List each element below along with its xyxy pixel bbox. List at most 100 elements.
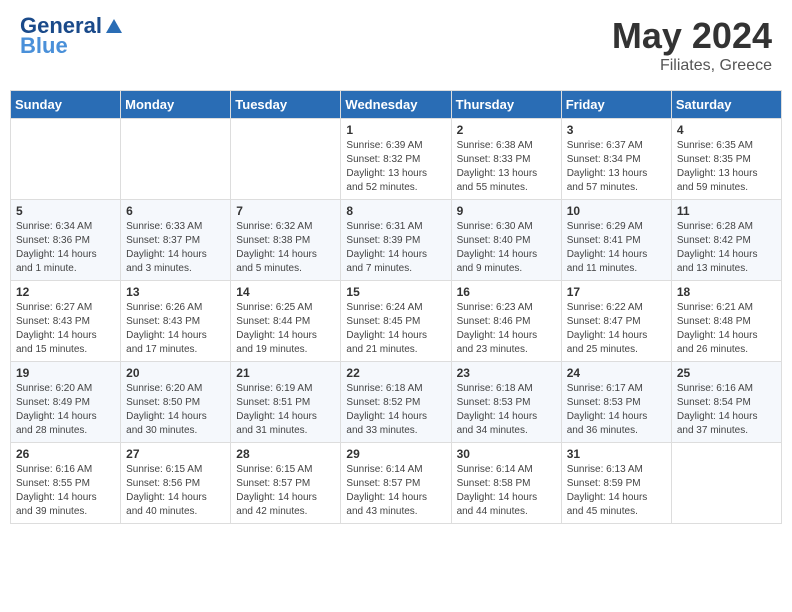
- day-info: Sunrise: 6:15 AM Sunset: 8:56 PM Dayligh…: [126, 463, 225, 519]
- location-title: Filiates, Greece: [612, 57, 772, 75]
- day-info: Sunrise: 6:13 AM Sunset: 8:59 PM Dayligh…: [567, 463, 666, 519]
- calendar-cell: 1 Sunrise: 6:39 AM Sunset: 8:32 PM Daylig…: [341, 119, 451, 200]
- day-info: Sunrise: 6:20 AM Sunset: 8:50 PM Dayligh…: [126, 382, 225, 438]
- calendar-cell: 4 Sunrise: 6:35 AM Sunset: 8:35 PM Daylig…: [671, 119, 781, 200]
- calendar-cell: 20 Sunrise: 6:20 AM Sunset: 8:50 PM Dayli…: [121, 362, 231, 443]
- weekday-header-saturday: Saturday: [671, 91, 781, 119]
- day-info: Sunrise: 6:33 AM Sunset: 8:37 PM Dayligh…: [126, 220, 225, 276]
- day-info: Sunrise: 6:20 AM Sunset: 8:49 PM Dayligh…: [16, 382, 115, 438]
- day-number: 24: [567, 366, 666, 380]
- day-info: Sunrise: 6:26 AM Sunset: 8:43 PM Dayligh…: [126, 301, 225, 357]
- calendar-cell: [121, 119, 231, 200]
- calendar-cell: 17 Sunrise: 6:22 AM Sunset: 8:47 PM Dayli…: [561, 281, 671, 362]
- calendar-cell: [671, 443, 781, 524]
- day-info: Sunrise: 6:14 AM Sunset: 8:58 PM Dayligh…: [457, 463, 556, 519]
- day-number: 20: [126, 366, 225, 380]
- day-number: 7: [236, 204, 335, 218]
- day-info: Sunrise: 6:27 AM Sunset: 8:43 PM Dayligh…: [16, 301, 115, 357]
- day-number: 27: [126, 447, 225, 461]
- calendar-cell: 16 Sunrise: 6:23 AM Sunset: 8:46 PM Dayli…: [451, 281, 561, 362]
- day-info: Sunrise: 6:38 AM Sunset: 8:33 PM Dayligh…: [457, 139, 556, 195]
- day-info: Sunrise: 6:18 AM Sunset: 8:53 PM Dayligh…: [457, 382, 556, 438]
- day-number: 28: [236, 447, 335, 461]
- day-number: 22: [346, 366, 445, 380]
- calendar-cell: 19Sunrise: 6:20 AM Sunset: 8:49 PM Dayli…: [11, 362, 121, 443]
- calendar-cell: 22 Sunrise: 6:18 AM Sunset: 8:52 PM Dayli…: [341, 362, 451, 443]
- day-number: 11: [677, 204, 776, 218]
- calendar-cell: 30 Sunrise: 6:14 AM Sunset: 8:58 PM Dayli…: [451, 443, 561, 524]
- day-number: 30: [457, 447, 556, 461]
- weekday-header-row: SundayMondayTuesdayWednesdayThursdayFrid…: [11, 91, 782, 119]
- day-number: 21: [236, 366, 335, 380]
- logo: General Blue: [20, 15, 124, 57]
- day-info: Sunrise: 6:19 AM Sunset: 8:51 PM Dayligh…: [236, 382, 335, 438]
- calendar-cell: 23 Sunrise: 6:18 AM Sunset: 8:53 PM Dayli…: [451, 362, 561, 443]
- weekday-header-wednesday: Wednesday: [341, 91, 451, 119]
- calendar-cell: 6Sunrise: 6:33 AM Sunset: 8:37 PM Daylig…: [121, 200, 231, 281]
- day-number: 5: [16, 204, 115, 218]
- weekday-header-thursday: Thursday: [451, 91, 561, 119]
- day-number: 26: [16, 447, 115, 461]
- day-number: 4: [677, 123, 776, 137]
- day-info: Sunrise: 6:16 AM Sunset: 8:54 PM Dayligh…: [677, 382, 776, 438]
- logo-icon: [104, 15, 124, 35]
- month-title: May 2024: [612, 15, 772, 57]
- weekday-header-sunday: Sunday: [11, 91, 121, 119]
- calendar-cell: 29 Sunrise: 6:14 AM Sunset: 8:57 PM Dayli…: [341, 443, 451, 524]
- week-row-4: 19Sunrise: 6:20 AM Sunset: 8:49 PM Dayli…: [11, 362, 782, 443]
- day-info: Sunrise: 6:15 AM Sunset: 8:57 PM Dayligh…: [236, 463, 335, 519]
- day-number: 8: [346, 204, 445, 218]
- calendar-cell: 5Sunrise: 6:34 AM Sunset: 8:36 PM Daylig…: [11, 200, 121, 281]
- calendar-cell: 31 Sunrise: 6:13 AM Sunset: 8:59 PM Dayli…: [561, 443, 671, 524]
- day-info: Sunrise: 6:21 AM Sunset: 8:48 PM Dayligh…: [677, 301, 776, 357]
- weekday-header-tuesday: Tuesday: [231, 91, 341, 119]
- calendar-cell: 26Sunrise: 6:16 AM Sunset: 8:55 PM Dayli…: [11, 443, 121, 524]
- day-number: 18: [677, 285, 776, 299]
- week-row-3: 12 Sunrise: 6:27 AM Sunset: 8:43 PM Dayli…: [11, 281, 782, 362]
- calendar-cell: 27 Sunrise: 6:15 AM Sunset: 8:56 PM Dayli…: [121, 443, 231, 524]
- calendar-cell: 18 Sunrise: 6:21 AM Sunset: 8:48 PM Dayli…: [671, 281, 781, 362]
- calendar-cell: 7 Sunrise: 6:32 AM Sunset: 8:38 PM Daylig…: [231, 200, 341, 281]
- day-number: 15: [346, 285, 445, 299]
- week-row-5: 26Sunrise: 6:16 AM Sunset: 8:55 PM Dayli…: [11, 443, 782, 524]
- day-info: Sunrise: 6:28 AM Sunset: 8:42 PM Dayligh…: [677, 220, 776, 276]
- calendar-cell: 11 Sunrise: 6:28 AM Sunset: 8:42 PM Dayli…: [671, 200, 781, 281]
- day-info: Sunrise: 6:30 AM Sunset: 8:40 PM Dayligh…: [457, 220, 556, 276]
- calendar-cell: 28 Sunrise: 6:15 AM Sunset: 8:57 PM Dayli…: [231, 443, 341, 524]
- calendar-cell: [11, 119, 121, 200]
- day-number: 3: [567, 123, 666, 137]
- week-row-2: 5Sunrise: 6:34 AM Sunset: 8:36 PM Daylig…: [11, 200, 782, 281]
- calendar-cell: 21 Sunrise: 6:19 AM Sunset: 8:51 PM Dayli…: [231, 362, 341, 443]
- day-info: Sunrise: 6:24 AM Sunset: 8:45 PM Dayligh…: [346, 301, 445, 357]
- logo-blue-text: Blue: [20, 35, 68, 57]
- day-number: 16: [457, 285, 556, 299]
- day-info: Sunrise: 6:39 AM Sunset: 8:32 PM Dayligh…: [346, 139, 445, 195]
- day-info: Sunrise: 6:31 AM Sunset: 8:39 PM Dayligh…: [346, 220, 445, 276]
- calendar-cell: 15 Sunrise: 6:24 AM Sunset: 8:45 PM Dayli…: [341, 281, 451, 362]
- day-number: 1: [346, 123, 445, 137]
- day-number: 14: [236, 285, 335, 299]
- day-number: 31: [567, 447, 666, 461]
- day-number: 2: [457, 123, 556, 137]
- day-info: Sunrise: 6:18 AM Sunset: 8:52 PM Dayligh…: [346, 382, 445, 438]
- week-row-1: 1 Sunrise: 6:39 AM Sunset: 8:32 PM Daylig…: [11, 119, 782, 200]
- day-number: 25: [677, 366, 776, 380]
- day-number: 23: [457, 366, 556, 380]
- day-number: 10: [567, 204, 666, 218]
- weekday-header-friday: Friday: [561, 91, 671, 119]
- day-info: Sunrise: 6:17 AM Sunset: 8:53 PM Dayligh…: [567, 382, 666, 438]
- day-info: Sunrise: 6:37 AM Sunset: 8:34 PM Dayligh…: [567, 139, 666, 195]
- calendar-cell: 25 Sunrise: 6:16 AM Sunset: 8:54 PM Dayli…: [671, 362, 781, 443]
- page-header: General Blue May 2024 Filiates, Greece: [10, 10, 782, 80]
- day-info: Sunrise: 6:35 AM Sunset: 8:35 PM Dayligh…: [677, 139, 776, 195]
- calendar-cell: 14Sunrise: 6:25 AM Sunset: 8:44 PM Dayli…: [231, 281, 341, 362]
- day-info: Sunrise: 6:23 AM Sunset: 8:46 PM Dayligh…: [457, 301, 556, 357]
- day-info: Sunrise: 6:22 AM Sunset: 8:47 PM Dayligh…: [567, 301, 666, 357]
- day-number: 17: [567, 285, 666, 299]
- day-info: Sunrise: 6:14 AM Sunset: 8:57 PM Dayligh…: [346, 463, 445, 519]
- day-info: Sunrise: 6:32 AM Sunset: 8:38 PM Dayligh…: [236, 220, 335, 276]
- calendar-cell: [231, 119, 341, 200]
- day-number: 29: [346, 447, 445, 461]
- day-number: 12: [16, 285, 115, 299]
- calendar-cell: 10Sunrise: 6:29 AM Sunset: 8:41 PM Dayli…: [561, 200, 671, 281]
